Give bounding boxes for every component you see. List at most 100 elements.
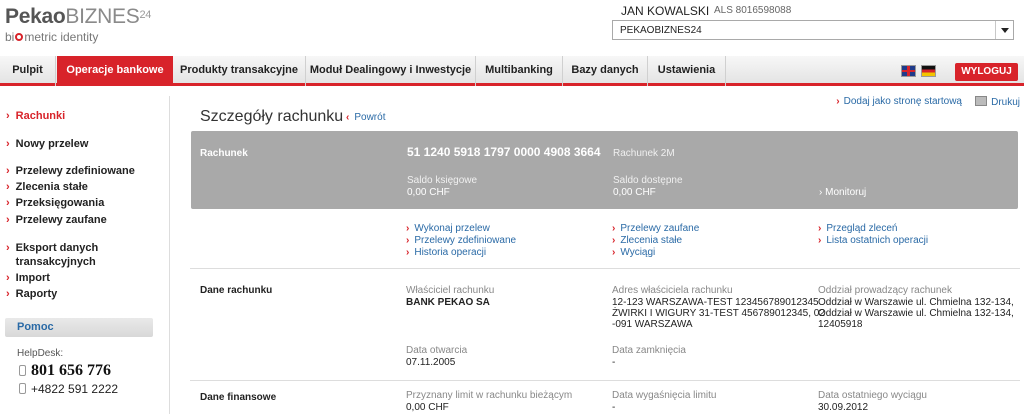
pekao-biznes-logo[interactable]: PekaoBIZNES24 bi metric identity bbox=[5, 5, 152, 45]
logout-button[interactable]: WYLOGUJ bbox=[955, 63, 1018, 81]
monitor-label: Monitoruj bbox=[825, 187, 867, 198]
sidebar-item-rachunki[interactable]: Rachunki bbox=[6, 109, 66, 123]
opened-date-label: Data otwarcia bbox=[406, 345, 468, 356]
logo-sub-post: metric identity bbox=[24, 30, 99, 44]
action-lista-ostatnich-operacji[interactable]: Lista ostatnich operacji bbox=[818, 235, 928, 247]
sidebar-item-label-line1: Eksport danych bbox=[15, 242, 99, 254]
phone-icon bbox=[19, 383, 26, 394]
book-balance-label: Saldo księgowe bbox=[407, 175, 478, 186]
user-name: JAN KOWALSKI bbox=[621, 4, 710, 18]
available-balance-label: Saldo dostępne bbox=[613, 175, 683, 186]
monitor-link[interactable]: › Monitoruj bbox=[819, 187, 866, 198]
tab-ustawienia[interactable]: Ustawienia bbox=[648, 56, 726, 86]
sidebar-item-nowy-przelew[interactable]: Nowy przelew bbox=[6, 137, 89, 151]
account-actions: Wykonaj przelew Przelewy zdefiniowane Hi… bbox=[190, 209, 1020, 269]
owner-label: Właściciel rachunku bbox=[406, 285, 495, 296]
owner-address-line3: -091 WARSZAWA bbox=[612, 319, 693, 330]
sidebar-item-przelewy-zdefiniowane[interactable]: Przelewy zdefiniowane bbox=[6, 164, 135, 178]
owner-address-line1: 12-123 WARSZAWA-TEST 123456789012345 bbox=[612, 297, 819, 308]
branch-line1: Oddział w Warszawie ul. Chmielna 132-134… bbox=[818, 297, 1014, 308]
phone-secondary-text: +4822 591 2222 bbox=[31, 382, 119, 396]
back-link[interactable]: Powrót bbox=[346, 112, 385, 123]
tab-produkty-transakcyjne[interactable]: Produkty transakcyjne bbox=[173, 56, 306, 86]
last-statement-label: Data ostatniego wyciągu bbox=[818, 390, 927, 401]
main-content: Dodaj jako stronę startową Drukuj Szczeg… bbox=[190, 96, 1020, 414]
help-title: Pomoc bbox=[17, 321, 54, 333]
branch-line2: Oddział w Warszawie ul. Chmielna 132-134… bbox=[818, 308, 1014, 319]
helpdesk-label: HelpDesk: bbox=[17, 348, 64, 359]
tab-modul-dealingowy[interactable]: Moduł Dealingowy i Inwestycje bbox=[306, 56, 476, 86]
sidebar-item-przelewy-zaufane[interactable]: Przelewy zaufane bbox=[6, 213, 107, 227]
limit-expiry-value: - bbox=[612, 402, 616, 413]
action-zlecenia-stale[interactable]: Zlecenia stałe bbox=[612, 235, 682, 247]
logo-subtitle: bi metric identity bbox=[5, 30, 151, 44]
tab-pulpit[interactable]: Pulpit bbox=[0, 56, 56, 86]
main-nav: Pulpit Operacje bankowe Produkty transak… bbox=[0, 56, 1024, 86]
tab-operacje-bankowe[interactable]: Operacje bankowe bbox=[57, 56, 173, 86]
logo-sub-pre: bi bbox=[5, 30, 15, 44]
print-label: Drukuj bbox=[991, 97, 1020, 108]
account-selector[interactable]: PEKAOBIZNES24 bbox=[612, 20, 1014, 40]
sidebar: Rachunki Nowy przelew Przelewy zdefiniow… bbox=[0, 96, 170, 414]
sidebar-item-label: Nowy przelew bbox=[15, 138, 89, 150]
tab-multibanking[interactable]: Multibanking bbox=[476, 56, 563, 86]
action-wykonaj-przelew[interactable]: Wykonaj przelew bbox=[406, 223, 490, 235]
owner-address-label: Adres właściciela rachunku bbox=[612, 285, 733, 296]
helpdesk-phone-main: 801 656 776 bbox=[19, 362, 111, 380]
branch-label: Oddział prowadzący rachunek bbox=[818, 285, 952, 296]
account-label: Rachunek bbox=[200, 148, 248, 159]
sidebar-item-label: Przelewy zdefiniowane bbox=[15, 165, 135, 177]
closed-date-label: Data zamknięcia bbox=[612, 345, 686, 356]
sidebar-item-label: Rachunki bbox=[15, 110, 66, 122]
book-balance-value: 0,00 CHF bbox=[407, 187, 450, 198]
sidebar-item-label: Przeksięgowania bbox=[15, 197, 105, 209]
opened-date-value: 07.11.2005 bbox=[406, 357, 456, 368]
account-name: Rachunek 2M bbox=[613, 148, 675, 159]
limit-expiry-label: Data wygaśnięcia limitu bbox=[612, 390, 717, 401]
sidebar-item-label: Zlecenia stałe bbox=[15, 181, 88, 193]
account-summary-panel: Rachunek 51 1240 5918 1797 0000 4908 366… bbox=[191, 131, 1018, 209]
action-przelewy-zaufane[interactable]: Przelewy zaufane bbox=[612, 223, 699, 235]
action-przelewy-zdefiniowane[interactable]: Przelewy zdefiniowane bbox=[406, 235, 516, 247]
printer-icon bbox=[975, 96, 988, 106]
sidebar-item-label: Przelewy zaufane bbox=[15, 214, 107, 226]
last-statement-value: 30.09.2012 bbox=[818, 402, 869, 413]
account-details-section: Dane rachunku Właściciel rachunku BANK P… bbox=[190, 270, 1020, 381]
user-id: ALS 8016598088 bbox=[714, 5, 792, 16]
sidebar-item-import[interactable]: Import bbox=[6, 271, 50, 285]
sidebar-item-przeksiegowania[interactable]: Przeksięgowania bbox=[6, 196, 105, 210]
sidebar-item-raporty[interactable]: Raporty bbox=[6, 287, 58, 301]
action-historia-operacji[interactable]: Historia operacji bbox=[406, 247, 486, 259]
owner-address-line2: ŻWIRKI I WIGURY 31-TEST 456789012345, 02 bbox=[612, 308, 825, 319]
available-balance-value: 0,00 CHF bbox=[613, 187, 656, 198]
action-przeglad-zlecen[interactable]: Przegląd zleceń bbox=[818, 223, 897, 235]
sidebar-item-zlecenia-stale[interactable]: Zlecenia stałe bbox=[6, 180, 88, 194]
add-to-start-link[interactable]: Dodaj jako stronę startową bbox=[836, 96, 962, 107]
uk-flag-icon[interactable] bbox=[901, 65, 916, 77]
sidebar-item-label: Import bbox=[15, 272, 50, 284]
print-link[interactable]: Drukuj bbox=[975, 96, 1020, 108]
sidebar-item-eksport-danych[interactable]: Eksport danych transakcyjnych bbox=[6, 241, 99, 269]
phone-main-text: 801 656 776 bbox=[31, 362, 111, 379]
phone-icon bbox=[19, 365, 26, 376]
action-wyciagi[interactable]: Wyciągi bbox=[612, 247, 655, 259]
owner-value: BANK PEKAO SA bbox=[406, 297, 490, 308]
biometric-o-icon bbox=[15, 33, 24, 41]
logo-pekao-text: Pekao bbox=[5, 5, 66, 28]
limit-value: 0,00 CHF bbox=[406, 402, 449, 413]
financial-title: Dane finansowe bbox=[200, 392, 277, 403]
tab-bazy-danych[interactable]: Bazy danych bbox=[563, 56, 648, 86]
branch-line3: 12405918 bbox=[818, 319, 863, 330]
chevron-down-icon[interactable] bbox=[995, 21, 1013, 39]
logo-24-text: 24 bbox=[139, 9, 152, 21]
closed-date-value: - bbox=[612, 357, 616, 368]
limit-label: Przyznany limit w rachunku bieżącym bbox=[406, 390, 573, 401]
logo-biznes-text: BIZNES bbox=[65, 5, 140, 28]
help-box: Pomoc bbox=[5, 318, 153, 337]
account-details-title: Dane rachunku bbox=[200, 285, 273, 296]
financial-section: Dane finansowe Przyznany limit w rachunk… bbox=[190, 382, 1020, 414]
german-flag-icon[interactable] bbox=[921, 65, 936, 77]
page-title: Szczegóły rachunku bbox=[200, 108, 344, 125]
account-number: 51 1240 5918 1797 0000 4908 3664 bbox=[407, 145, 601, 159]
sidebar-item-label: Raporty bbox=[15, 288, 58, 300]
